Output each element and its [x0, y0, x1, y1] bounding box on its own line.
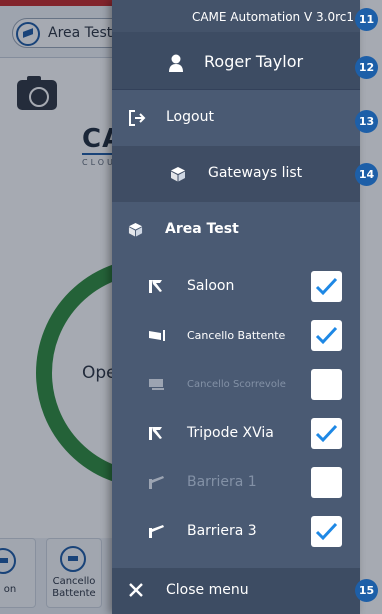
device-row-barriera-1[interactable]: Barriera 1 [112, 458, 360, 507]
check-icon [315, 424, 338, 443]
device-row-cancello-battente[interactable]: Cancello Battente [112, 311, 360, 360]
app-version: CAME Automation V 3.0rc1 [191, 10, 354, 24]
area-name: Area Test [165, 221, 239, 237]
close-icon [129, 583, 143, 597]
area-header: Area Test [112, 206, 360, 252]
barrier-icon [149, 280, 162, 293]
device-label: Tripode XVia [187, 425, 274, 441]
barrier-icon [149, 427, 162, 440]
close-menu-button[interactable]: Close menu [112, 568, 360, 614]
swing-gate-icon [149, 330, 165, 341]
check-icon [315, 522, 338, 541]
user-profile-row[interactable]: Roger Taylor [112, 32, 360, 90]
device-checkbox[interactable] [311, 418, 342, 449]
close-menu-label: Close menu [166, 582, 249, 598]
logout-icon [129, 110, 146, 126]
callout-marker-11: 11 [355, 8, 378, 31]
device-label: Barriera 1 [187, 474, 257, 490]
callout-marker-12: 12 [355, 56, 378, 79]
callout-marker-13: 13 [355, 110, 378, 133]
boom-barrier-icon [149, 476, 164, 489]
logout-label: Logout [166, 109, 214, 125]
device-row-barriera-3[interactable]: Barriera 3 [112, 507, 360, 556]
check-icon [315, 326, 338, 345]
version-bar: CAME Automation V 3.0rc1 [112, 0, 360, 32]
device-checkbox[interactable] [311, 320, 342, 351]
user-name: Roger Taylor [204, 52, 304, 71]
device-checkbox[interactable] [311, 467, 342, 498]
device-label: Cancello Scorrevole [187, 379, 286, 390]
gateways-list-button[interactable]: Gateways list [112, 146, 360, 202]
navigation-drawer: CAME Automation V 3.0rc1 Roger Taylor Lo… [112, 0, 360, 614]
device-checkbox[interactable] [311, 516, 342, 547]
device-checkbox[interactable] [311, 271, 342, 302]
callout-marker-14: 14 [355, 163, 378, 186]
device-label: Barriera 3 [187, 523, 257, 539]
boom-barrier-icon [149, 525, 164, 538]
callout-marker-15: 15 [355, 579, 378, 602]
device-checkbox[interactable] [311, 369, 342, 400]
sliding-gate-icon [149, 379, 164, 390]
gateways-list-label: Gateways list [208, 165, 303, 181]
device-row-tripode-xvia[interactable]: Tripode XVia [112, 409, 360, 458]
user-icon [169, 54, 183, 72]
device-row-saloon[interactable]: Saloon [112, 262, 360, 311]
cube-icon [128, 222, 143, 237]
device-label: Saloon [187, 278, 235, 294]
cube-icon [171, 167, 185, 182]
device-row-cancello-scorrevole[interactable]: Cancello Scorrevole [112, 360, 360, 409]
check-icon [315, 277, 338, 296]
device-label: Cancello Battente [187, 329, 286, 342]
logout-button[interactable]: Logout [112, 90, 360, 146]
